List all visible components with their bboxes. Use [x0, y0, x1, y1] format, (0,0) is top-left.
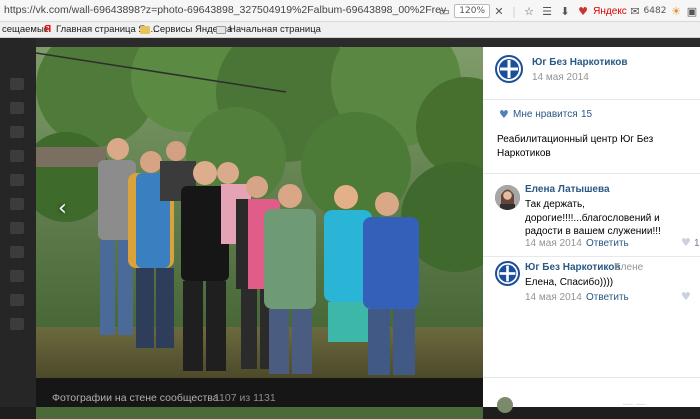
post-author[interactable]: Юг Без Наркотиков — [532, 57, 628, 68]
bookmark-label: сещаемые — [2, 24, 50, 35]
sidebar-icon — [10, 78, 24, 90]
address-bar-icons: ▭ 120% ✕ | ☆ ☰ ⬇ ♥ Яндекс ✉ 6482 ☀ ▣ — [434, 2, 700, 20]
post-date[interactable]: 14 мая 2014 — [532, 72, 589, 83]
comment-like-heart-icon[interactable]: ♥ — [681, 290, 691, 303]
comment-addressee[interactable]: Елене — [614, 262, 643, 273]
sidebar-icon — [10, 150, 24, 162]
sidebar-icon — [10, 222, 24, 234]
comment-like-count[interactable]: 1 — [694, 238, 700, 249]
mail-counter[interactable]: 6482 — [642, 2, 668, 20]
bookmark-start-page[interactable]: Начальная страница — [216, 24, 321, 35]
sidebar-icon — [10, 126, 24, 138]
group-photo-illustration — [36, 47, 483, 378]
reply-link[interactable]: Ответить — [586, 238, 629, 249]
mail-icon[interactable]: ✉ — [628, 2, 642, 20]
url-field[interactable]: https://vk.com/wall-69643898?z=photo-696… — [4, 4, 446, 16]
pocket-icon[interactable]: ♥ — [574, 2, 592, 20]
sidebar-icon — [10, 102, 24, 114]
community-logo-icon — [498, 58, 520, 80]
divider — [483, 377, 700, 378]
star-icon[interactable]: ☆ — [520, 2, 538, 20]
like-heart-icon[interactable]: ♥ — [499, 108, 509, 121]
sidebar-icon — [10, 318, 24, 330]
comment-date[interactable]: 14 мая 2014 — [525, 238, 582, 249]
divider — [483, 173, 700, 174]
like-count[interactable]: 15 — [581, 109, 592, 120]
next-comment-date: — — — [623, 399, 646, 410]
comment-text: Елена, Спасибо)))) — [525, 277, 614, 288]
community-avatar[interactable] — [495, 55, 523, 83]
sidebar-icon — [10, 270, 24, 282]
next-comment-avatar[interactable] — [497, 397, 513, 413]
weather-icon[interactable]: ☀ — [668, 2, 684, 20]
reply-link[interactable]: Ответить — [586, 292, 629, 303]
comment-author[interactable]: Елена Латышева — [525, 184, 610, 195]
page-icon — [216, 25, 226, 34]
reader-icon[interactable]: ▭ — [434, 2, 454, 20]
like-label[interactable]: Мне нравится — [513, 109, 578, 120]
bookmark-most-visited[interactable]: сещаемые — [2, 24, 49, 35]
comment-like-heart-icon[interactable]: ♥ — [681, 236, 691, 249]
address-bar: https://vk.com/wall-69643898?z=photo-696… — [0, 0, 700, 22]
person-photo-icon — [495, 185, 520, 210]
sidebar-icon — [10, 198, 24, 210]
community-logo-icon — [497, 263, 518, 284]
photo-counter: 1107 из 1131 — [214, 392, 276, 404]
photo[interactable] — [36, 47, 483, 419]
zoom-indicator[interactable]: 120% — [454, 4, 490, 18]
comment-text: Так держать, дорогие!!!!...благословений… — [525, 199, 661, 237]
download-icon[interactable]: ⬇ — [556, 2, 574, 20]
photo-caption-bar: Фотографии на стене сообщества 1107 из 1… — [36, 378, 483, 407]
sidebar-icon — [10, 294, 24, 306]
comment-author[interactable]: Юг Без Наркотиков — [525, 262, 621, 273]
divider — [483, 256, 700, 257]
bookmarks-bar: сещаемые Я Главная страница Ян... Сервисы… — [0, 22, 700, 38]
previous-photo-arrow[interactable]: ‹ — [58, 196, 67, 221]
folder-icon — [140, 25, 150, 34]
album-title[interactable]: Фотографии на стене сообщества — [52, 392, 219, 404]
comment-date[interactable]: 14 мая 2014 — [525, 292, 582, 303]
clear-icon[interactable]: ✕ — [490, 2, 508, 20]
left-sidebar-dimmed — [0, 38, 36, 407]
bookmarks-icon[interactable]: ☰ — [538, 2, 556, 20]
divider — [483, 99, 700, 100]
sidebar-icon — [10, 246, 24, 258]
yandex-button[interactable]: Яндекс — [592, 2, 628, 20]
extension-icon[interactable]: ▣ — [684, 2, 700, 20]
commenter-avatar[interactable] — [495, 185, 520, 210]
post-text: Реабилитационный центр Юг Без Наркотиков — [497, 134, 654, 159]
separator: | — [512, 4, 516, 18]
community-avatar-small[interactable] — [495, 261, 520, 286]
yandex-icon: Я — [44, 23, 52, 35]
sidebar-icon — [10, 174, 24, 186]
bookmark-label: Начальная страница — [229, 24, 321, 35]
photo-info-panel: Юг Без Наркотиков 14 мая 2014 ♥ Мне нрав… — [483, 47, 700, 413]
